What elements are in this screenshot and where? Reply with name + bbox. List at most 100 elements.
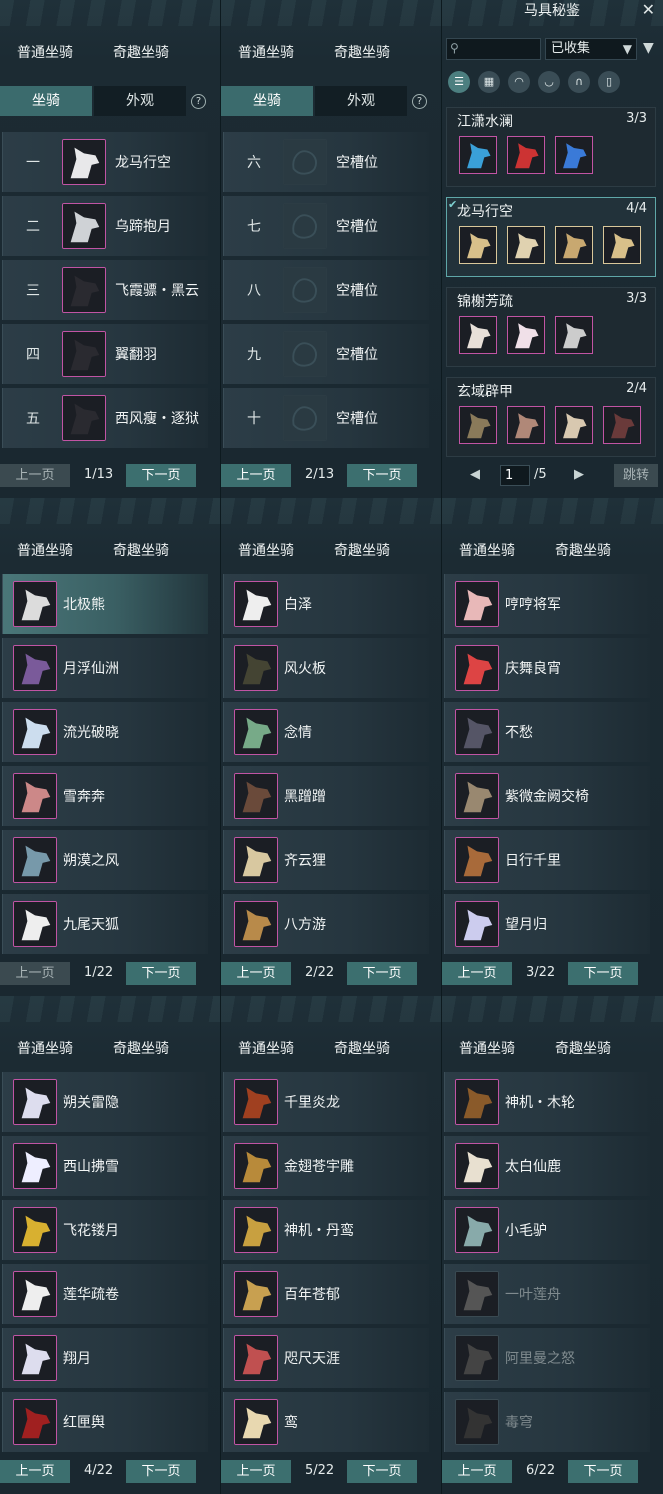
armor-icon[interactable]: ◡	[538, 71, 560, 93]
tab-fun-mounts[interactable]: 奇趣坐骑	[113, 1038, 169, 1058]
fun-mount-row[interactable]: 黑蹭蹭	[223, 766, 429, 826]
fun-mount-row[interactable]: 阿里曼之怒	[444, 1328, 650, 1388]
next-page-button[interactable]: 下一页	[347, 962, 417, 985]
tab-normal-mounts[interactable]: 普通坐骑	[238, 42, 294, 62]
next-page-button[interactable]: 下一页	[568, 1460, 638, 1483]
list-icon[interactable]: ☰	[448, 71, 470, 93]
equipment-piece-icon[interactable]	[507, 226, 545, 264]
fun-mount-row[interactable]: 不愁	[444, 702, 650, 762]
fun-mount-row[interactable]: 哼哼将军	[444, 574, 650, 634]
equipment-set-card[interactable]: ✔ 龙马行空 4/4	[446, 197, 656, 277]
fun-mount-row[interactable]: 朔漠之风	[2, 830, 208, 890]
page-input[interactable]: 1	[500, 465, 530, 486]
search-input[interactable]	[467, 41, 537, 57]
equipment-piece-icon[interactable]	[507, 406, 545, 444]
stable-slot[interactable]: 十 空槽位	[223, 388, 429, 448]
fun-mount-row[interactable]: 神机・木轮	[444, 1072, 650, 1132]
prev-page-button[interactable]: 上一页	[0, 1460, 70, 1483]
equipment-set-card[interactable]: 锦榭芳疏 3/3	[446, 287, 656, 367]
prev-page-button[interactable]: 上一页	[221, 962, 291, 985]
tab-fun-mounts[interactable]: 奇趣坐骑	[113, 540, 169, 560]
prev-page-button[interactable]: 上一页	[0, 464, 70, 487]
stable-slot[interactable]: 五 西风瘦・逐狱	[2, 388, 208, 448]
tab-normal-mounts[interactable]: 普通坐骑	[459, 1038, 515, 1058]
fun-mount-row[interactable]: 飞花镂月	[2, 1200, 208, 1260]
tab-appearance[interactable]: 外观	[94, 86, 186, 116]
fun-mount-row[interactable]: 翔月	[2, 1328, 208, 1388]
fun-mount-row[interactable]: 百年苍郁	[223, 1264, 429, 1324]
fun-mount-row[interactable]: 雪奔奔	[2, 766, 208, 826]
tab-mount[interactable]: 坐骑	[221, 86, 313, 116]
next-page-button[interactable]: 下一页	[126, 1460, 196, 1483]
tab-fun-mounts[interactable]: 奇趣坐骑	[334, 1038, 390, 1058]
tab-mount[interactable]: 坐骑	[0, 86, 92, 116]
tab-normal-mounts[interactable]: 普通坐骑	[459, 540, 515, 560]
next-page-button[interactable]: 下一页	[126, 962, 196, 985]
help-icon[interactable]: ?	[412, 94, 427, 109]
fun-mount-row[interactable]: 金翅苍宇雕	[223, 1136, 429, 1196]
fun-mount-row[interactable]: 庆舞良宵	[444, 638, 650, 698]
equipment-piece-icon[interactable]	[555, 406, 593, 444]
fun-mount-row[interactable]: 风火板	[223, 638, 429, 698]
equipment-piece-icon[interactable]	[555, 316, 593, 354]
prev-page-button[interactable]: 上一页	[442, 1460, 512, 1483]
prev-page-button[interactable]: 上一页	[221, 464, 291, 487]
equipment-set-card[interactable]: 玄域辟甲 2/4	[446, 377, 656, 457]
fun-mount-row[interactable]: 太白仙鹿	[444, 1136, 650, 1196]
fun-mount-row[interactable]: 毒穹	[444, 1392, 650, 1452]
stable-slot[interactable]: 二 乌蹄抱月	[2, 196, 208, 256]
prev-arrow-icon[interactable]: ◀	[470, 467, 480, 482]
collection-filter-select[interactable]: 已收集 ▼	[545, 38, 637, 60]
equipment-piece-icon[interactable]	[507, 136, 545, 174]
stable-slot[interactable]: 六 空槽位	[223, 132, 429, 192]
help-icon[interactable]: ?	[191, 94, 206, 109]
next-page-button[interactable]: 下一页	[568, 962, 638, 985]
fun-mount-row[interactable]: 咫尺天涯	[223, 1328, 429, 1388]
fun-mount-row[interactable]: 日行千里	[444, 830, 650, 890]
stable-slot[interactable]: 三 飞霞骠・黑云	[2, 260, 208, 320]
fun-mount-row[interactable]: 八方游	[223, 894, 429, 954]
equipment-piece-icon[interactable]	[459, 136, 497, 174]
tab-normal-mounts[interactable]: 普通坐骑	[17, 1038, 73, 1058]
equipment-set-card[interactable]: 江潇水澜 3/3	[446, 107, 656, 187]
horseshoe-icon[interactable]: ∩	[568, 71, 590, 93]
bridle-icon[interactable]: ▯	[598, 71, 620, 93]
grid-icon[interactable]: ▦	[478, 71, 500, 93]
tab-fun-mounts[interactable]: 奇趣坐骑	[555, 1038, 611, 1058]
equipment-piece-icon[interactable]	[459, 226, 497, 264]
stable-slot[interactable]: 七 空槽位	[223, 196, 429, 256]
filter-funnel-icon[interactable]: ▼	[643, 40, 654, 56]
fun-mount-row[interactable]: 念情	[223, 702, 429, 762]
equipment-piece-icon[interactable]	[603, 406, 641, 444]
jump-button[interactable]: 跳转	[614, 464, 658, 487]
tab-normal-mounts[interactable]: 普通坐骑	[238, 1038, 294, 1058]
equipment-piece-icon[interactable]	[459, 316, 497, 354]
fun-mount-row[interactable]: 西山拂雪	[2, 1136, 208, 1196]
fun-mount-row[interactable]: 小毛驴	[444, 1200, 650, 1260]
tab-fun-mounts[interactable]: 奇趣坐骑	[334, 42, 390, 62]
equipment-piece-icon[interactable]	[555, 136, 593, 174]
tab-fun-mounts[interactable]: 奇趣坐骑	[113, 42, 169, 62]
stable-slot[interactable]: 一 龙马行空	[2, 132, 208, 192]
fun-mount-row[interactable]: 红匣舆	[2, 1392, 208, 1452]
next-page-button[interactable]: 下一页	[347, 1460, 417, 1483]
equipment-piece-icon[interactable]	[555, 226, 593, 264]
fun-mount-row[interactable]: 北极熊	[2, 574, 208, 634]
next-page-button[interactable]: 下一页	[126, 464, 196, 487]
fun-mount-row[interactable]: 白泽	[223, 574, 429, 634]
tab-normal-mounts[interactable]: 普通坐骑	[17, 540, 73, 560]
tab-fun-mounts[interactable]: 奇趣坐骑	[555, 540, 611, 560]
equipment-piece-icon[interactable]	[507, 316, 545, 354]
fun-mount-row[interactable]: 流光破晓	[2, 702, 208, 762]
tab-normal-mounts[interactable]: 普通坐骑	[17, 42, 73, 62]
prev-page-button[interactable]: 上一页	[0, 962, 70, 985]
fun-mount-row[interactable]: 鸾	[223, 1392, 429, 1452]
stable-slot[interactable]: 四 翼翻羽	[2, 324, 208, 384]
fun-mount-row[interactable]: 莲华疏卷	[2, 1264, 208, 1324]
next-page-button[interactable]: 下一页	[347, 464, 417, 487]
next-arrow-icon[interactable]: ▶	[574, 467, 584, 482]
fun-mount-row[interactable]: 月浮仙洲	[2, 638, 208, 698]
prev-page-button[interactable]: 上一页	[442, 962, 512, 985]
fun-mount-row[interactable]: 千里炎龙	[223, 1072, 429, 1132]
equipment-piece-icon[interactable]	[459, 406, 497, 444]
